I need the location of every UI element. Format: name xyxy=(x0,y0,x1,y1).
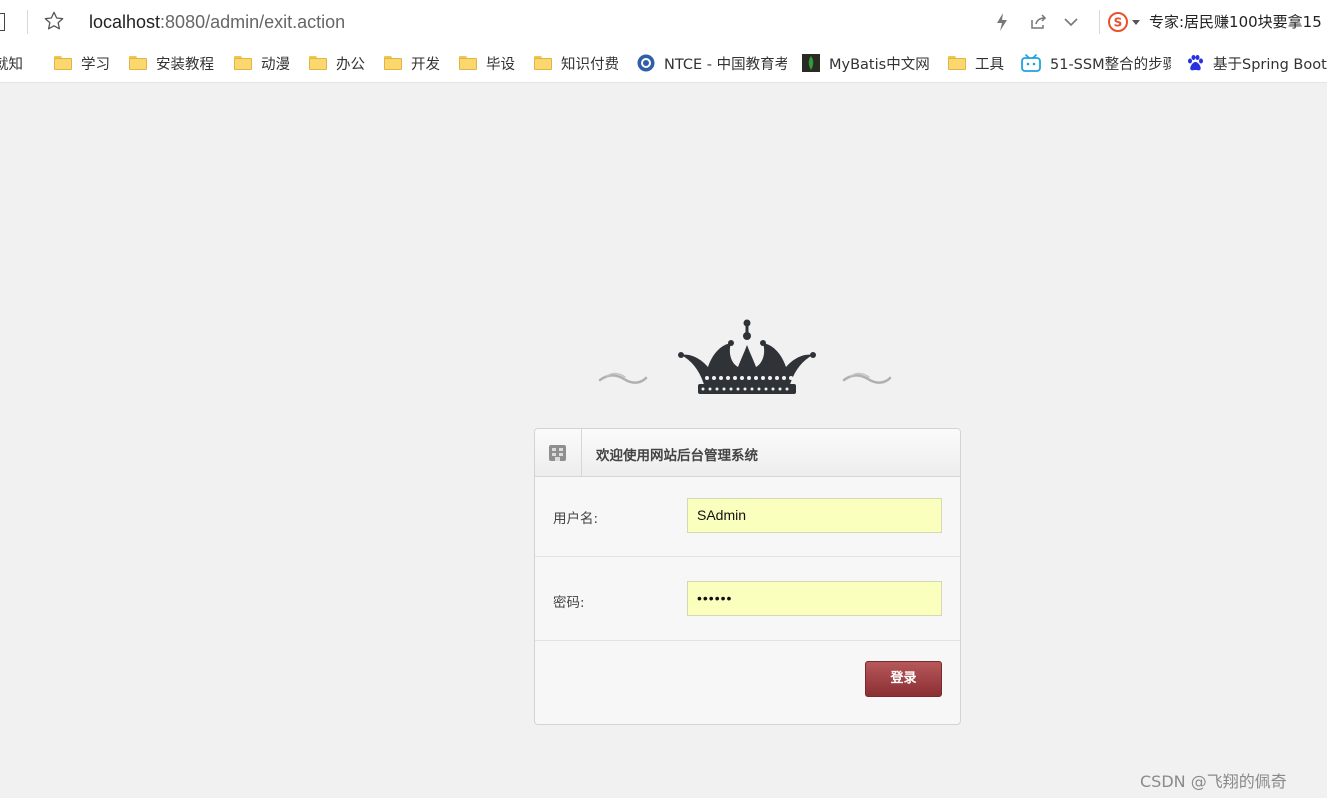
password-label: 密码: xyxy=(553,595,585,611)
bookmark-folder-anime[interactable]: 动漫 xyxy=(234,53,290,73)
bookmark-label: 毕设 xyxy=(486,56,515,73)
url-path: :8080/admin/exit.action xyxy=(160,12,346,32)
bookmark-springboot[interactable]: 基于Spring Boot xyxy=(1186,53,1327,73)
login-panel: 欢迎使用网站后台管理系统 用户名: SAdmin 密码: •••••• 登录 xyxy=(534,428,961,725)
bookmark-label: 基于Spring Boot xyxy=(1213,56,1327,73)
bookmark-folder-dev[interactable]: 开发 xyxy=(384,53,440,73)
watermark: CSDN @飞翔的佩奇 xyxy=(1140,772,1287,791)
bookmark-label: 就知 xyxy=(0,56,23,73)
bookmarks-bar: 就知 学习 安装教程 动漫 办公 开发 毕设 知识付费 NTCE - 中国教育考 xyxy=(0,44,1327,83)
bookmark-item[interactable]: 就知 xyxy=(0,53,23,73)
folder-icon xyxy=(234,55,252,72)
bilibili-icon xyxy=(1021,54,1041,72)
username-label: 用户名: xyxy=(553,511,599,527)
login-button[interactable]: 登录 xyxy=(865,661,942,697)
bookmark-mybatis[interactable]: MyBatis中文网 xyxy=(802,53,930,73)
share-icon[interactable] xyxy=(1028,12,1048,32)
folder-icon xyxy=(948,55,966,72)
bookmark-label: 动漫 xyxy=(261,56,290,73)
bookmark-ntce[interactable]: NTCE - 中国教育考 xyxy=(637,53,787,73)
bookmark-folder-install[interactable]: 安装教程 xyxy=(129,53,214,73)
address-bar: localhost:8080/admin/exit.action S 专家:居民… xyxy=(0,0,1327,44)
bookmark-label: 51-SSM整合的步骤 xyxy=(1050,56,1171,73)
bookmark-label: 办公 xyxy=(336,56,365,73)
baidu-paw-icon xyxy=(1188,55,1203,71)
password-row: 密码: •••••• xyxy=(535,557,960,641)
folder-icon xyxy=(129,55,147,72)
divider xyxy=(27,10,28,34)
url-host: localhost xyxy=(89,12,161,32)
folder-icon xyxy=(384,55,402,72)
folder-icon xyxy=(459,55,477,72)
bookmark-label: 知识付费 xyxy=(561,56,619,73)
building-icon xyxy=(549,445,566,461)
bookmark-folder-study[interactable]: 学习 xyxy=(54,53,110,73)
bookmark-ssm[interactable]: 51-SSM整合的步骤 xyxy=(1021,53,1171,73)
mybatis-logo-icon xyxy=(802,54,820,72)
caret-down-icon[interactable] xyxy=(1132,20,1140,25)
folder-icon xyxy=(54,55,72,72)
username-input[interactable]: SAdmin xyxy=(687,498,942,533)
folder-icon xyxy=(309,55,327,72)
password-input[interactable]: •••••• xyxy=(687,581,942,616)
ntce-logo-icon xyxy=(637,54,655,72)
lightning-icon[interactable] xyxy=(995,12,1009,32)
bookmark-label: NTCE - 中国教育考 xyxy=(664,56,787,73)
bookmark-label: 安装教程 xyxy=(156,56,214,73)
login-title: 欢迎使用网站后台管理系统 xyxy=(596,448,758,464)
username-row: 用户名: SAdmin xyxy=(535,477,960,557)
login-panel-header: 欢迎使用网站后台管理系统 xyxy=(535,429,960,477)
bookmark-label: MyBatis中文网 xyxy=(829,56,930,73)
bookmark-folder-paid[interactable]: 知识付费 xyxy=(534,53,619,73)
divider xyxy=(1099,10,1100,34)
bookmark-folder-office[interactable]: 办公 xyxy=(309,53,365,73)
chevron-down-icon[interactable] xyxy=(1063,12,1079,32)
sogou-search-icon[interactable]: S xyxy=(1108,12,1128,32)
svg-text:S: S xyxy=(1114,16,1123,30)
ad-headline[interactable]: 专家:居民赚100块要拿15 xyxy=(1149,12,1322,32)
bookmark-folder-tools[interactable]: 工具 xyxy=(948,53,1004,73)
folder-icon xyxy=(534,55,552,72)
submit-row: 登录 xyxy=(535,641,960,724)
bookmark-label: 学习 xyxy=(81,56,110,73)
bookmark-label: 开发 xyxy=(411,56,440,73)
window-icon xyxy=(0,13,5,31)
crown-logo-icon xyxy=(598,319,892,394)
bookmark-label: 工具 xyxy=(975,56,1004,73)
bookmark-star-icon[interactable] xyxy=(43,10,65,32)
header-icon-box xyxy=(535,429,582,476)
bookmark-folder-thesis[interactable]: 毕设 xyxy=(459,53,515,73)
url-field[interactable]: localhost:8080/admin/exit.action xyxy=(89,11,345,33)
